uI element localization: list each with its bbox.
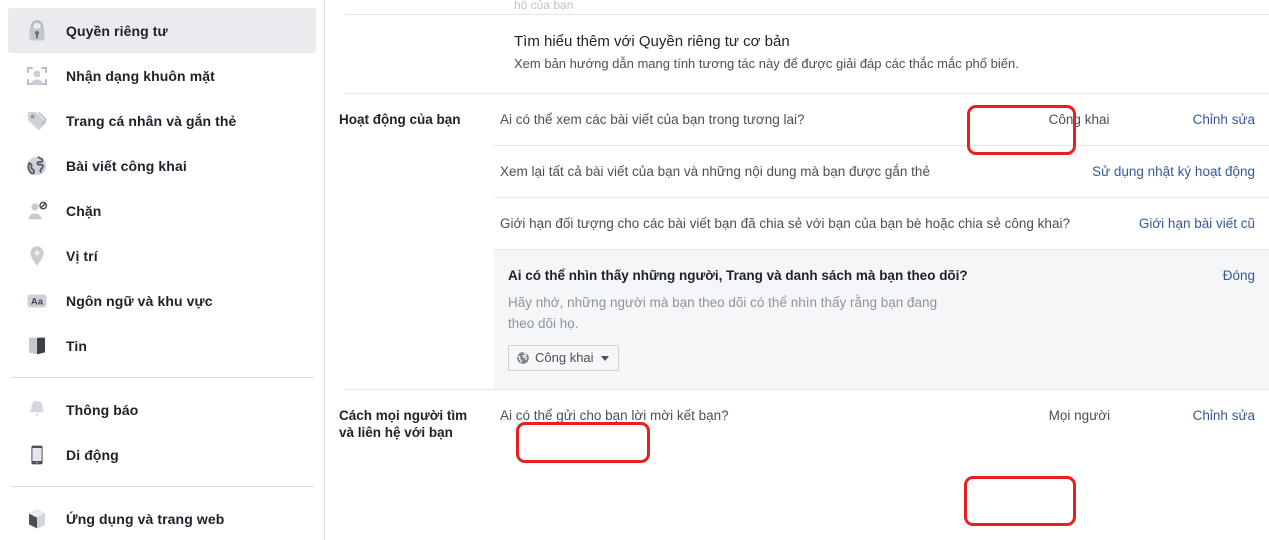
setting-question: Xem lại tất cả bài viết của bạn và những… — [500, 164, 930, 179]
setting-question: Giới hạn đối tượng cho các bài viết bạn … — [500, 216, 1070, 231]
sidebar-item-label: Bài viết công khai — [66, 157, 187, 174]
sidebar-item-vi-tri[interactable]: Vị trí — [8, 233, 316, 278]
sidebar-item-chan[interactable]: Chặn — [8, 188, 316, 233]
sidebar-item-quyen-rieng-tu[interactable]: Quyền riêng tư — [8, 8, 316, 53]
privacy-lock-icon — [24, 18, 50, 44]
sidebar-item-label: Thông báo — [66, 401, 139, 418]
privacy-basics-subtitle: Xem bản hướng dẫn mang tính tương tác nà… — [514, 56, 1019, 71]
language-aa-icon: Aa — [24, 288, 50, 314]
setting-question: Ai có thể xem các bài viết của bạn trong… — [500, 112, 805, 127]
sidebar-item-label: Tin — [66, 337, 88, 354]
apps-cube-icon — [24, 506, 50, 532]
privacy-settings-content: hộ của bạn Tìm hiểu thêm với Quyền riêng… — [325, 0, 1269, 540]
privacy-basics-title: Tìm hiểu thêm với Quyền riêng tư cơ bản — [514, 33, 790, 50]
edit-link[interactable]: Chỉnh sửa — [1193, 405, 1255, 426]
expanded-description: Hãy nhớ, những người mà bạn theo dõi có … — [508, 295, 938, 331]
setting-row-future-posts: Ai có thể xem các bài viết của bạn trong… — [494, 94, 1269, 145]
setting-value: Mọi người — [1048, 408, 1111, 423]
mobile-phone-icon — [24, 442, 50, 468]
sidebar-item-trang-ca-nhan-va-gan-the[interactable]: Trang cá nhân và gắn thẻ — [8, 98, 316, 143]
expanded-question: Ai có thể nhìn thấy những người, Trang v… — [508, 268, 968, 283]
section-label: Cách mọi người tìm và liên hệ với bạn — [339, 408, 468, 440]
svg-text:Aa: Aa — [31, 296, 44, 307]
globe-icon — [24, 153, 50, 179]
bell-icon — [24, 397, 50, 423]
setting-row-friend-requests: Ai có thể gửi cho bạn lời mời kết bạn? M… — [494, 390, 1269, 441]
globe-icon — [516, 351, 530, 365]
setting-row-activity-log: Xem lại tất cả bài viết của bạn và những… — [494, 145, 1269, 197]
sidebar-item-nhan-dang-khuon-mat[interactable]: Nhận dạng khuôn mặt — [8, 53, 316, 98]
sidebar-item-label: Ngôn ngữ và khu vực — [66, 292, 213, 309]
sidebar-item-ung-dung-va-trang-web[interactable]: Ứng dụng và trang web — [8, 496, 316, 540]
sidebar-item-label: Nhận dạng khuôn mặt — [66, 67, 215, 84]
sidebar-item-bai-viet-cong-khai[interactable]: Bài viết công khai — [8, 143, 316, 188]
sidebar-item-label: Di động — [66, 446, 119, 463]
section-cach-moi-nguoi-tim-va-lien-he: Cách mọi người tìm và liên hệ với bạn Ai… — [325, 390, 1269, 441]
expanded-content: Ai có thể nhìn thấy những người, Trang v… — [508, 265, 1223, 371]
cut-off-text-fragment: hộ của bạn — [514, 0, 574, 12]
audience-selector-dropdown[interactable]: Công khai — [508, 345, 619, 371]
close-link[interactable]: Đóng — [1223, 265, 1255, 286]
facebook-privacy-settings-page: Quyền riêng tư Nhận dạng khuôn mặt Trang… — [0, 0, 1269, 540]
setting-value: Công khai — [1048, 112, 1110, 127]
sidebar-item-label: Chặn — [66, 202, 102, 219]
privacy-basics-intro: Tìm hiểu thêm với Quyền riêng tư cơ bản … — [325, 15, 1269, 93]
setting-question: Ai có thể gửi cho bạn lời mời kết bạn? — [500, 408, 729, 423]
section-rows: Ai có thể gửi cho bạn lời mời kết bạn? M… — [494, 390, 1269, 441]
stories-book-icon — [24, 333, 50, 359]
block-user-icon — [24, 198, 50, 224]
sidebar-item-thong-bao[interactable]: Thông báo — [8, 387, 316, 432]
setting-row-following-expanded: Ai có thể nhìn thấy những người, Trang v… — [494, 249, 1269, 389]
setting-row-limit-old-posts: Giới hạn đối tượng cho các bài viết bạn … — [494, 197, 1269, 249]
location-pin-icon — [24, 243, 50, 269]
limit-old-posts-link[interactable]: Giới hạn bài viết cũ — [1139, 213, 1255, 234]
sidebar-divider — [10, 377, 314, 378]
sidebar-item-tin[interactable]: Tin — [8, 323, 316, 368]
section-rows: Ai có thể xem các bài viết của bạn trong… — [494, 94, 1269, 389]
sidebar-item-label: Trang cá nhân và gắn thẻ — [66, 112, 237, 129]
sidebar-item-label: Vị trí — [66, 247, 98, 264]
section-hoat-dong-cua-ban: Hoạt động của bạn Ai có thể xem các bài … — [325, 94, 1269, 389]
sidebar-item-di-dong[interactable]: Di động — [8, 432, 316, 477]
edit-link[interactable]: Chỉnh sửa — [1193, 109, 1255, 130]
settings-sidebar: Quyền riêng tư Nhận dạng khuôn mặt Trang… — [0, 0, 325, 540]
sidebar-item-label: Quyền riêng tư — [66, 22, 168, 39]
face-recognition-icon — [24, 63, 50, 89]
chevron-down-icon — [600, 355, 609, 361]
tag-icon — [24, 108, 50, 134]
section-label: Hoạt động của bạn — [339, 112, 461, 127]
sidebar-divider — [10, 486, 314, 487]
audience-value-label: Công khai — [535, 350, 594, 365]
activity-log-link[interactable]: Sử dụng nhật ký hoạt động — [1092, 161, 1255, 182]
sidebar-item-label: Ứng dụng và trang web — [66, 510, 225, 527]
sidebar-item-ngon-ngu-va-khu-vuc[interactable]: Aa Ngôn ngữ và khu vực — [8, 278, 316, 323]
